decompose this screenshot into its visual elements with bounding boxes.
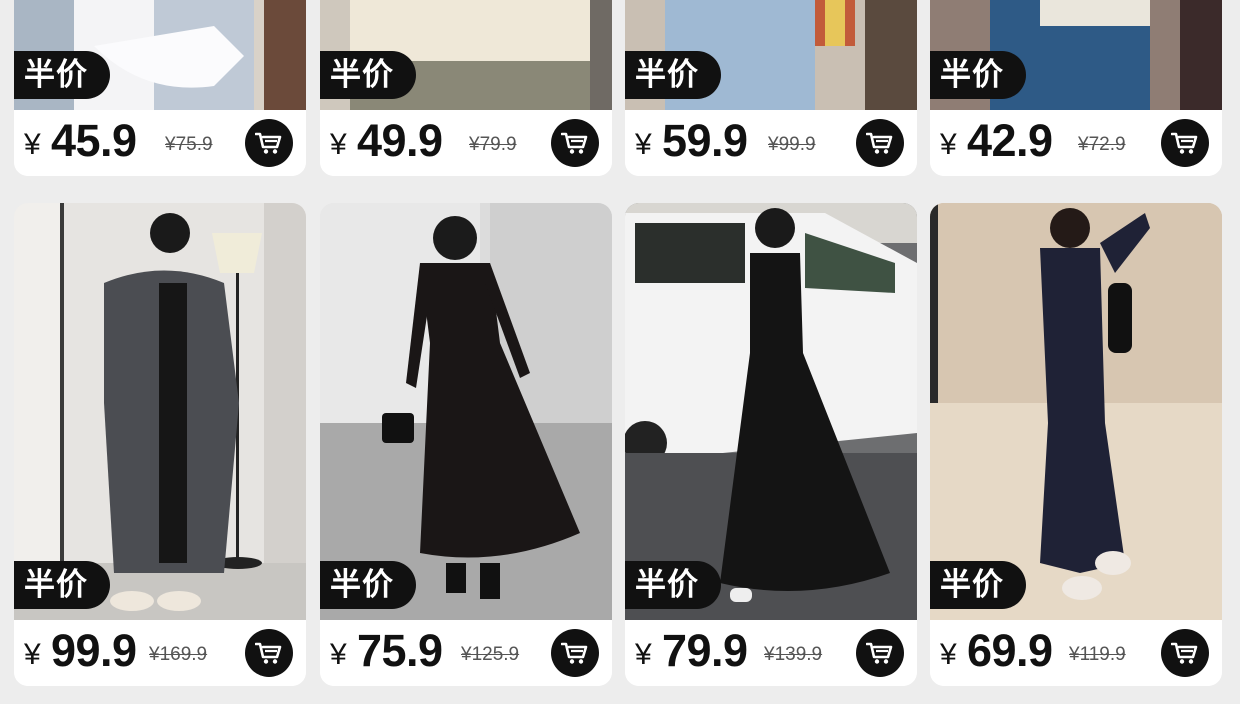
- price-bar: ¥ 99.9 ¥169.9: [14, 620, 306, 686]
- price-bar: ¥ 45.9 ¥75.9: [14, 110, 306, 176]
- sale-price: 59.9: [662, 115, 748, 166]
- product-card[interactable]: 半价 ¥ 79.9 ¥139.9: [625, 203, 917, 686]
- product-image[interactable]: 半价: [14, 203, 306, 620]
- original-price: ¥75.9: [165, 134, 213, 155]
- price-bar: ¥ 79.9 ¥139.9: [625, 620, 917, 686]
- sale-price: 99.9: [51, 625, 137, 676]
- cart-icon[interactable]: [245, 119, 293, 167]
- currency-symbol: ¥: [24, 128, 41, 161]
- sale-price: 69.9: [967, 625, 1053, 676]
- currency-symbol: ¥: [635, 638, 652, 671]
- currency-symbol: ¥: [940, 128, 957, 161]
- original-price: ¥139.9: [764, 644, 823, 665]
- price-bar: ¥ 42.9 ¥72.9: [930, 110, 1222, 176]
- product-card[interactable]: 半价 ¥ 69.9 ¥119.9: [930, 203, 1222, 686]
- sale-price: 49.9: [357, 115, 443, 166]
- product-image[interactable]: 半价: [930, 0, 1222, 110]
- half-price-badge: 半价: [930, 51, 1026, 99]
- original-price: ¥99.9: [768, 134, 816, 155]
- product-card[interactable]: 半价 ¥ 75.9 ¥125.9: [320, 203, 612, 686]
- half-price-badge: 半价: [14, 561, 110, 609]
- cart-icon[interactable]: [856, 629, 904, 677]
- product-card[interactable]: 半价 ¥ 59.9 ¥99.9: [625, 0, 917, 176]
- original-price: ¥119.9: [1069, 644, 1126, 665]
- original-price: ¥72.9: [1078, 134, 1126, 155]
- product-card[interactable]: 半价 ¥ 42.9 ¥72.9: [930, 0, 1222, 176]
- currency-symbol: ¥: [940, 638, 957, 671]
- product-image[interactable]: 半价: [320, 203, 612, 620]
- cart-icon[interactable]: [1161, 629, 1209, 677]
- half-price-badge: 半价: [625, 51, 721, 99]
- cart-icon[interactable]: [856, 119, 904, 167]
- original-price: ¥169.9: [149, 644, 208, 665]
- product-image[interactable]: 半价: [14, 0, 306, 110]
- price-bar: ¥ 49.9 ¥79.9: [320, 110, 612, 176]
- half-price-badge: 半价: [320, 51, 416, 99]
- cart-icon[interactable]: [551, 119, 599, 167]
- cart-icon[interactable]: [551, 629, 599, 677]
- cart-icon[interactable]: [245, 629, 293, 677]
- currency-symbol: ¥: [635, 128, 652, 161]
- half-price-badge: 半价: [930, 561, 1026, 609]
- price-bar: ¥ 59.9 ¥99.9: [625, 110, 917, 176]
- cart-icon[interactable]: [1161, 119, 1209, 167]
- original-price: ¥79.9: [469, 134, 517, 155]
- half-price-badge: 半价: [320, 561, 416, 609]
- product-card[interactable]: 半价 ¥ 49.9 ¥79.9: [320, 0, 612, 176]
- product-image[interactable]: 半价: [320, 0, 612, 110]
- sale-price: 75.9: [357, 625, 443, 676]
- price-bar: ¥ 75.9 ¥125.9: [320, 620, 612, 686]
- sale-price: 79.9: [662, 625, 748, 676]
- product-card[interactable]: 半价 ¥ 99.9 ¥169.9: [14, 203, 306, 686]
- sale-price: 42.9: [967, 115, 1053, 166]
- half-price-badge: 半价: [14, 51, 110, 99]
- price-bar: ¥ 69.9 ¥119.9: [930, 620, 1222, 686]
- currency-symbol: ¥: [24, 638, 41, 671]
- original-price: ¥125.9: [461, 644, 520, 665]
- currency-symbol: ¥: [330, 638, 347, 671]
- product-card[interactable]: 半价 ¥ 45.9 ¥75.9: [14, 0, 306, 176]
- product-image[interactable]: 半价: [625, 0, 917, 110]
- product-grid: 半价 ¥ 45.9 ¥75.9 半价 ¥ 49.9 ¥79.9 半价 ¥ 59.…: [0, 0, 1240, 704]
- product-image[interactable]: 半价: [625, 203, 917, 620]
- half-price-badge: 半价: [625, 561, 721, 609]
- product-image[interactable]: 半价: [930, 203, 1222, 620]
- sale-price: 45.9: [51, 115, 137, 166]
- currency-symbol: ¥: [330, 128, 347, 161]
